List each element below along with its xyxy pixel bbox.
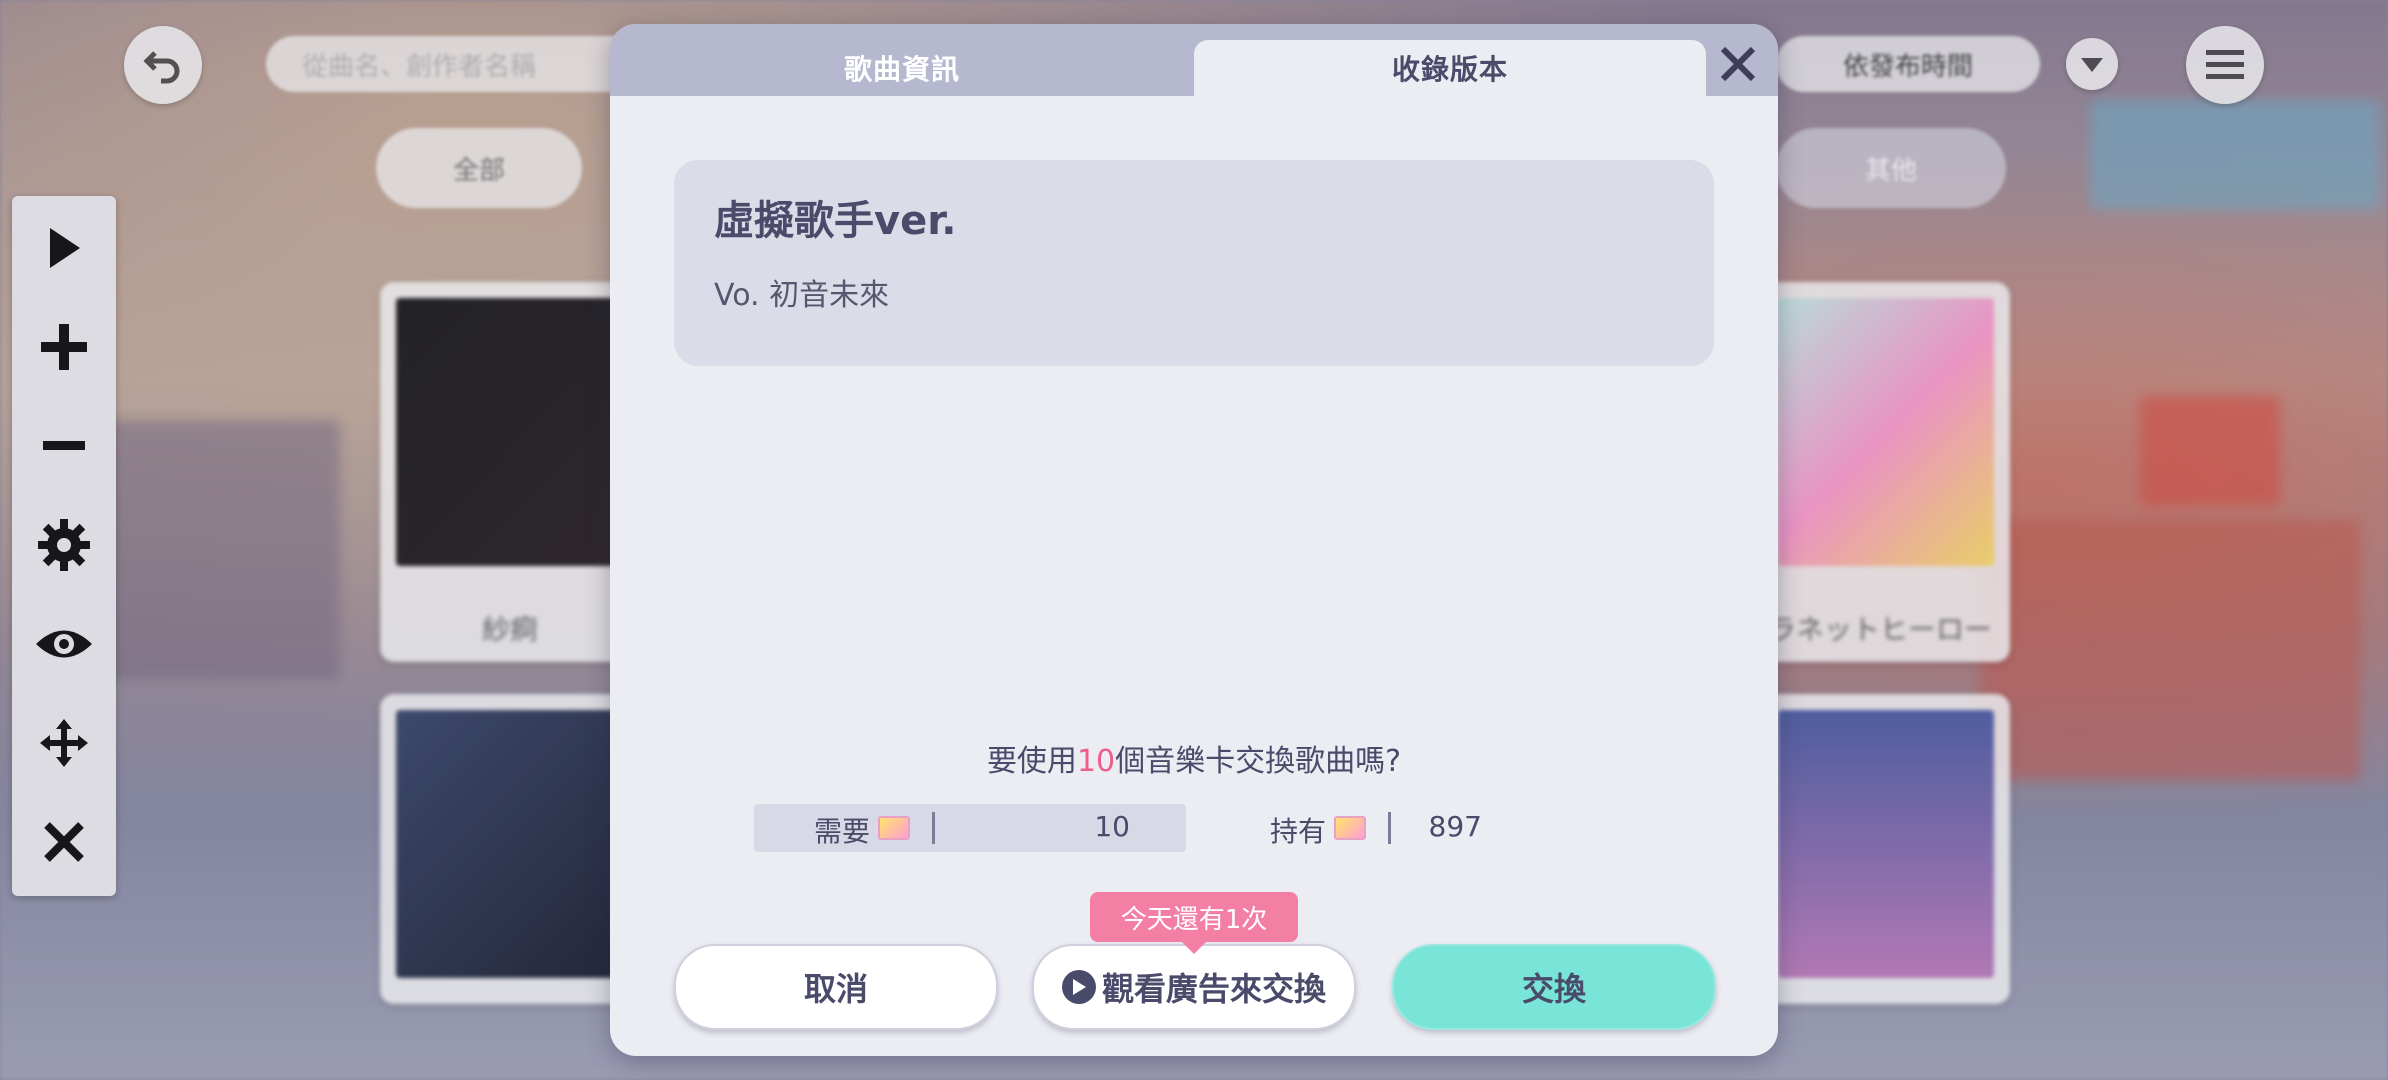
- remaining-ads-text: 今天還有1次: [1120, 904, 1268, 935]
- music-card-icon: [878, 816, 910, 840]
- play-icon: [1061, 970, 1096, 1004]
- owned-label: 持有: [1270, 815, 1327, 848]
- exchange-label: 交換: [1521, 970, 1586, 1008]
- owned-value: 897: [1428, 810, 1482, 843]
- music-card-icon: [1334, 816, 1366, 840]
- version-vocal: Vo. 初音未來: [714, 278, 890, 313]
- tab-versions-label: 收錄版本: [1391, 53, 1508, 86]
- question-amount: 10: [1076, 744, 1116, 779]
- question-suffix: 個音樂卡交換歌曲嗎?: [1115, 744, 1402, 779]
- owned-cards: 持有 897: [1210, 804, 1642, 852]
- exchange-question: 要使用10個音樂卡交換歌曲嗎?: [610, 736, 1778, 780]
- cancel-button[interactable]: 取消: [674, 944, 998, 1030]
- version-title: 虛擬歌手ver.: [714, 198, 957, 244]
- divider: [932, 812, 935, 844]
- tab-song-info-label: 歌曲資訊: [843, 53, 960, 86]
- required-value: 10: [1094, 810, 1130, 843]
- version-dialog: 歌曲資訊 收錄版本 虛擬歌手ver. Vo. 初音未來 要使用10個音樂卡交換歌…: [610, 24, 1778, 1056]
- divider: [1388, 812, 1391, 844]
- remaining-ads-badge: 今天還有1次: [1090, 892, 1298, 954]
- version-info-card[interactable]: 虛擬歌手ver. Vo. 初音未來: [674, 160, 1714, 366]
- required-label: 需要: [814, 815, 871, 848]
- question-prefix: 要使用: [986, 744, 1077, 779]
- watch-ad-button[interactable]: 觀看廣告來交換: [1032, 944, 1356, 1030]
- close-icon: [1720, 46, 1756, 82]
- cancel-label: 取消: [803, 970, 868, 1008]
- exchange-button[interactable]: 交換: [1392, 944, 1716, 1030]
- required-cards: 需要 10: [754, 804, 1186, 852]
- close-dialog-button[interactable]: [1714, 40, 1762, 88]
- tab-versions[interactable]: 收錄版本: [1194, 40, 1706, 96]
- tab-song-info[interactable]: 歌曲資訊: [610, 40, 1194, 96]
- watch-ad-label: 觀看廣告來交換: [1101, 970, 1326, 1008]
